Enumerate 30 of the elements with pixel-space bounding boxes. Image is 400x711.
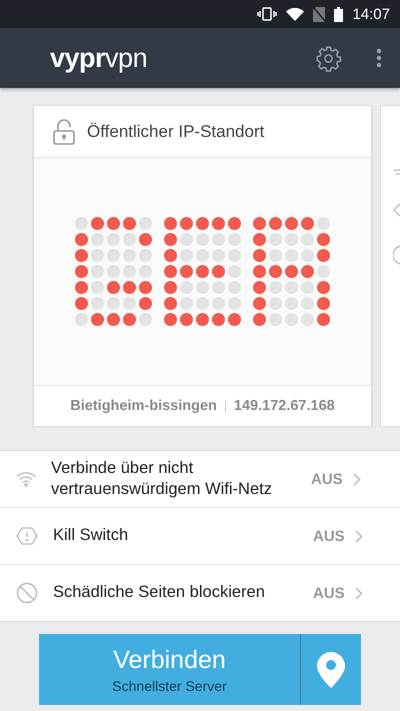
vibrate-icon — [257, 7, 278, 21]
chevron-right-icon — [352, 472, 361, 486]
more-icon — [376, 48, 382, 68]
setting-value: AUS — [313, 584, 345, 602]
setting-row[interactable]: Kill Switch AUS — [0, 507, 400, 564]
city-name: Bietigheim-bissingen — [70, 398, 217, 414]
setting-label: Kill Switch — [53, 525, 130, 546]
setting-value: AUS — [311, 470, 343, 488]
blocked-icon — [16, 582, 38, 604]
settings-icon — [315, 44, 342, 72]
setting-row[interactable]: Verbinde über nicht vertrauenswürdigem Wifi-Netz AUS — [0, 451, 400, 507]
setting-label: Schädliche Seiten blockieren — [53, 582, 266, 604]
battery-icon — [334, 6, 344, 22]
more-menu-button[interactable] — [376, 48, 382, 68]
clock-time: 14:07 — [352, 6, 390, 22]
warning-hexagon-icon — [16, 527, 38, 545]
setting-label: Verbinde über nicht vertrauenswürdigem Wifi-Netz — [51, 458, 273, 500]
wifi-icon — [393, 168, 400, 175]
ip-address: 149.172.67.168 — [234, 398, 335, 414]
map-pin-icon — [317, 652, 345, 688]
chevron-right-icon — [354, 586, 363, 600]
wifi-icon — [286, 8, 304, 20]
chevron-right-icon — [354, 530, 363, 542]
card-title: Öffentlicher IP-Standort — [87, 122, 264, 142]
settings-button[interactable] — [315, 44, 342, 72]
setting-value: AUS — [313, 528, 345, 544]
setting-row[interactable]: Schädliche Seiten blockieren AUS — [0, 564, 400, 621]
wifi-icon — [16, 471, 36, 487]
no-sim-icon — [313, 6, 326, 22]
app-logo: vyprvpn — [50, 42, 148, 74]
